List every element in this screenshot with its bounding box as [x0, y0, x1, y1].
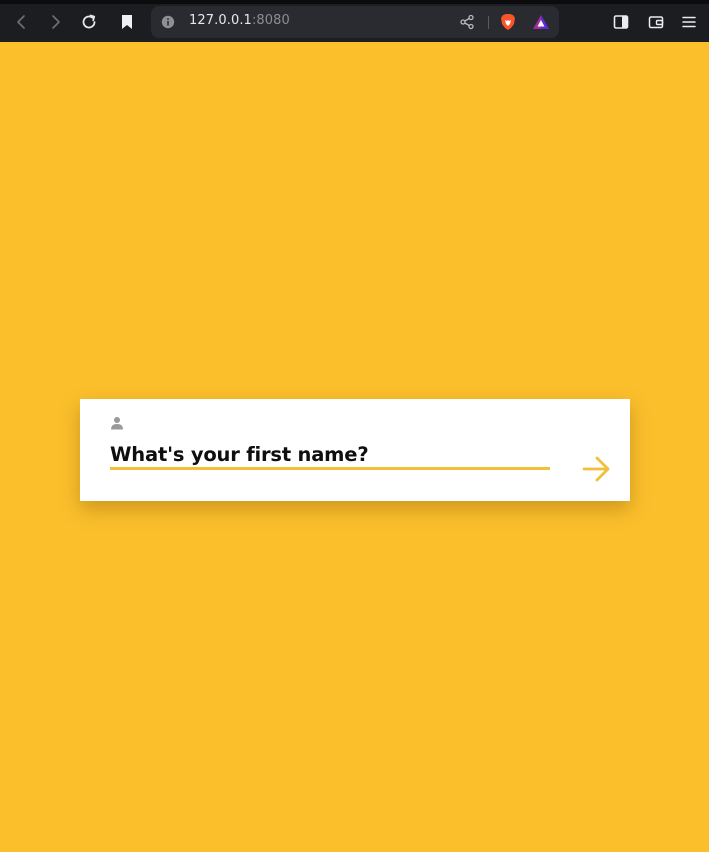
hamburger-menu-icon [682, 16, 696, 28]
person-icon [111, 417, 123, 430]
url-text[interactable]: 127.0.0.1:8080 [189, 13, 290, 28]
sidebar-icon [613, 15, 629, 29]
wallet-icon [648, 16, 664, 29]
sidebar-button[interactable] [607, 8, 635, 36]
question-card: What's your first name? [80, 399, 630, 501]
menu-button[interactable] [675, 8, 703, 36]
reload-icon [82, 14, 96, 29]
info-icon[interactable] [161, 15, 175, 29]
chevron-right-icon [52, 15, 60, 29]
browser-toolbar: 127.0.0.1:8080 [0, 0, 709, 42]
arrow-right-icon[interactable] [581, 454, 611, 484]
address-bar[interactable]: 127.0.0.1:8080 [151, 6, 559, 38]
url-port: :8080 [251, 13, 290, 28]
forward-button[interactable] [41, 8, 69, 36]
rewards-triangle-icon[interactable] [532, 14, 550, 30]
first-name-input[interactable] [110, 441, 550, 467]
browser-window: 127.0.0.1:8080 What's your first name? [0, 0, 709, 852]
bookmark-button[interactable] [113, 8, 141, 36]
url-host: 127.0.0.1 [189, 13, 252, 28]
brave-lion-icon[interactable] [499, 13, 517, 31]
reload-button[interactable] [75, 8, 103, 36]
wallet-button[interactable] [642, 8, 670, 36]
input-underline [110, 467, 550, 470]
address-bar-divider [488, 16, 489, 29]
share-icon[interactable] [459, 14, 475, 30]
chevron-left-icon [17, 15, 25, 29]
back-button[interactable] [8, 8, 36, 36]
bookmark-icon [122, 15, 132, 29]
